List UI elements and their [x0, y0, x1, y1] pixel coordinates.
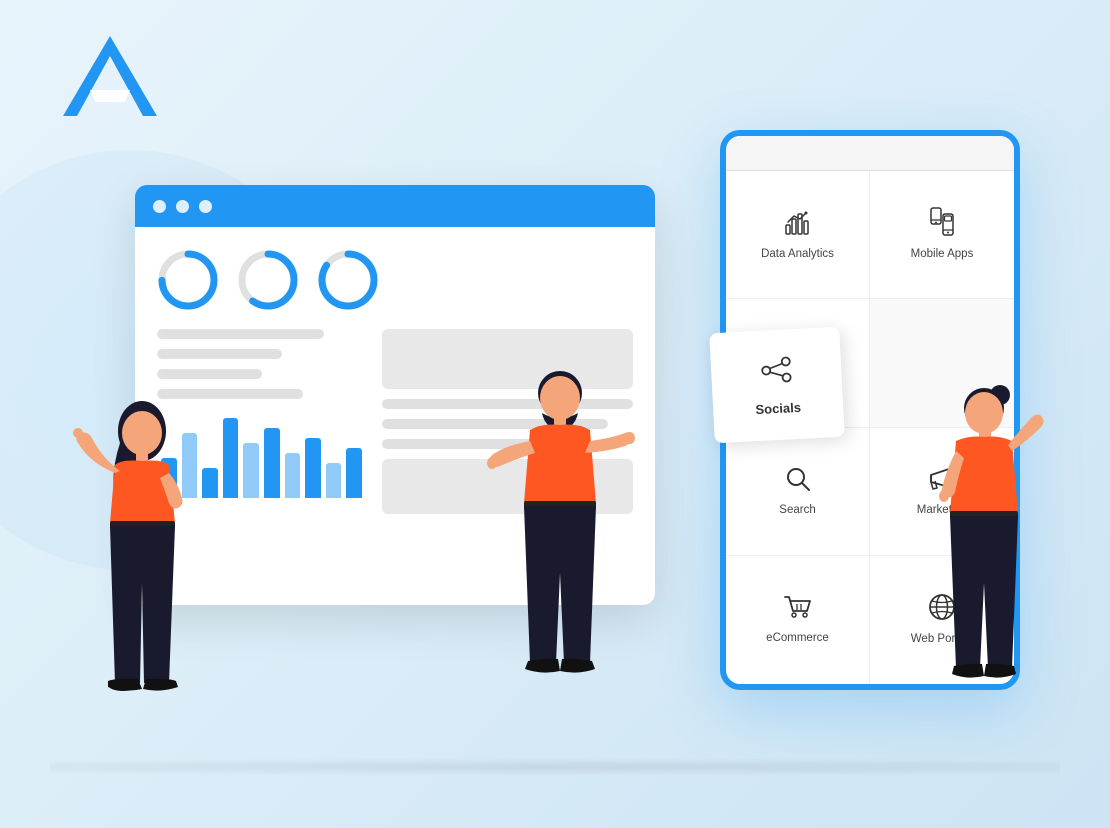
phone-cell-mobile-apps[interactable]: Mobile Apps — [870, 171, 1014, 299]
bar-item — [346, 448, 362, 498]
browser-titlebar — [135, 185, 655, 227]
phone-header — [726, 136, 1014, 171]
data-analytics-icon — [783, 207, 813, 241]
phone-cell-ecommerce[interactable]: eCommerce — [726, 556, 870, 684]
bar-item — [223, 418, 239, 498]
search-label: Search — [779, 503, 815, 518]
search-icon — [784, 465, 812, 497]
mobile-apps-icon — [928, 207, 956, 241]
socials-label: Socials — [755, 400, 801, 417]
data-analytics-label: Data Analytics — [761, 247, 834, 262]
phone-cell-data-analytics[interactable]: Data Analytics — [726, 171, 870, 299]
gray-bar — [157, 369, 262, 379]
gray-bar — [157, 329, 324, 339]
browser-dot-2 — [176, 200, 189, 213]
mobile-apps-label: Mobile Apps — [911, 247, 974, 262]
figure-center-man — [480, 353, 640, 773]
bar-item — [305, 438, 321, 498]
socials-icon — [759, 353, 793, 394]
bar-item — [326, 463, 342, 498]
app-logo — [55, 28, 165, 123]
browser-dot-1 — [153, 200, 166, 213]
ecommerce-label: eCommerce — [766, 631, 829, 646]
circles-row — [157, 249, 633, 311]
bar-item — [285, 453, 301, 498]
ecommerce-icon — [783, 593, 813, 625]
browser-dot-3 — [199, 200, 212, 213]
circle-chart-1 — [157, 249, 219, 311]
figure-right-woman — [912, 373, 1062, 773]
circle-chart-3 — [317, 249, 379, 311]
circle-chart-2 — [237, 249, 299, 311]
bar-item — [243, 443, 259, 498]
phone-cell-search[interactable]: Search — [726, 428, 870, 556]
figure-left-woman — [60, 383, 205, 773]
gray-bar — [157, 349, 282, 359]
bar-item — [264, 428, 280, 498]
socials-card: Socials — [709, 327, 845, 444]
